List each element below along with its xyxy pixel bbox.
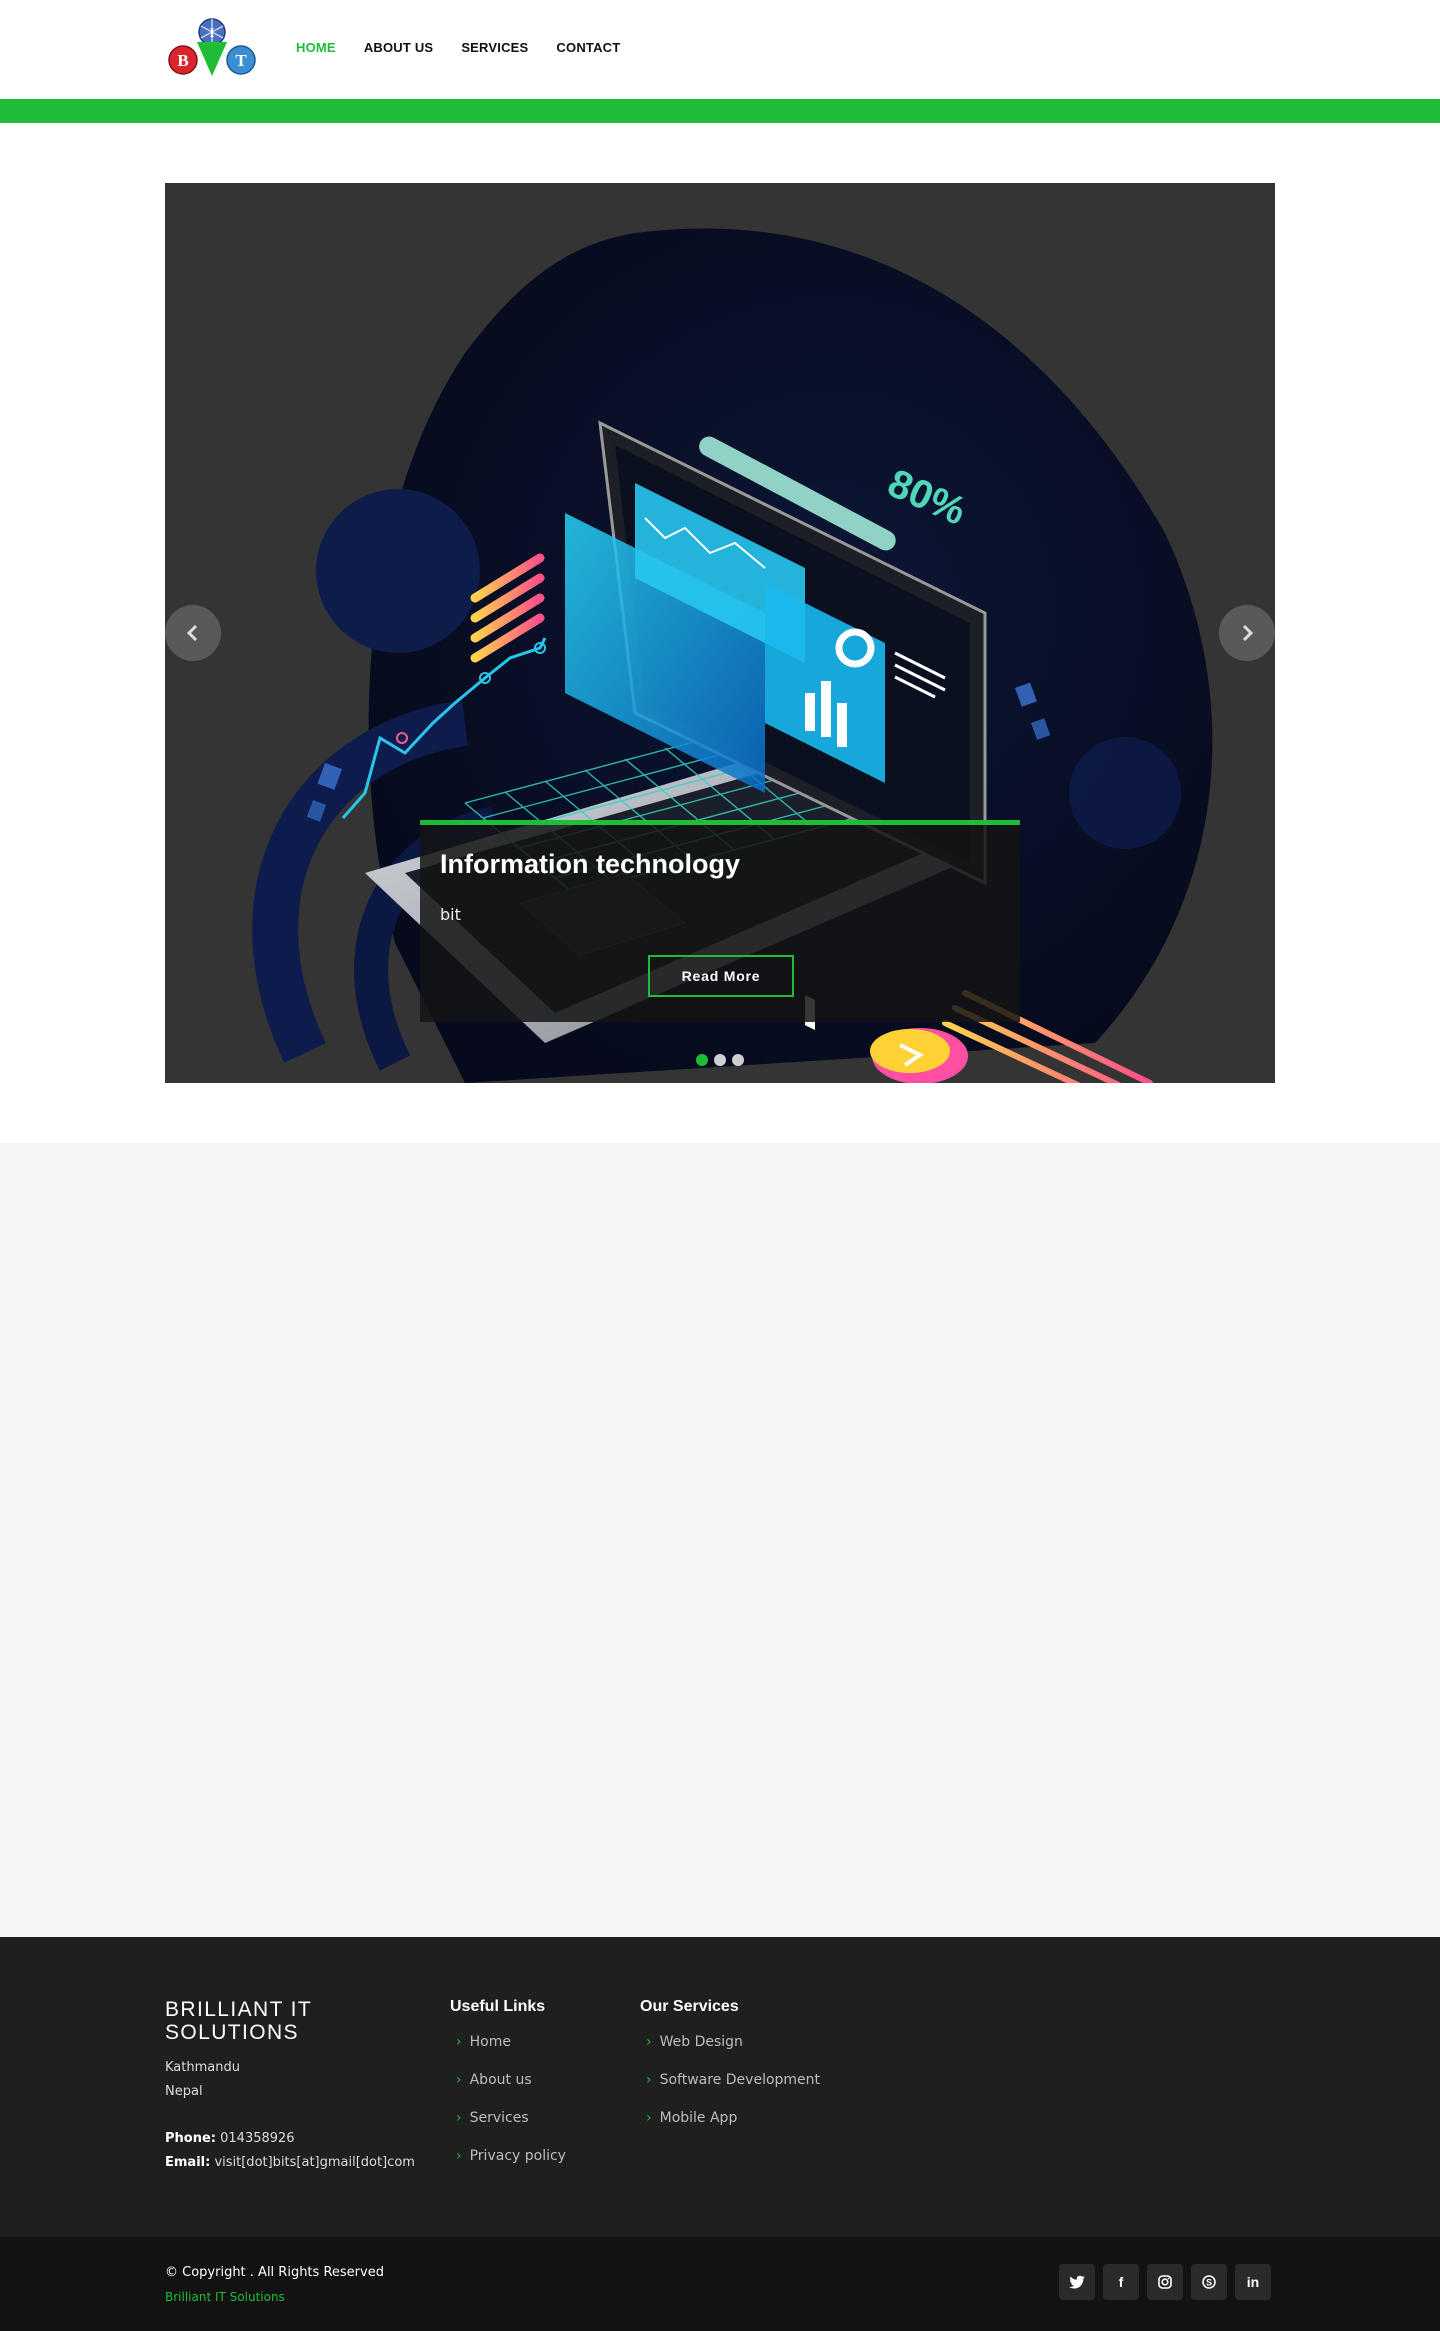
slide-text: bit	[440, 905, 461, 924]
site-header: B I T HOME ABOUT US SERVICES CONTACT	[0, 0, 1440, 99]
slider-dots	[696, 1054, 744, 1066]
our-services: Our Services › Web Design › Software Devel…	[640, 1998, 820, 2148]
footer-link-services[interactable]: › Services	[450, 2110, 566, 2148]
svg-text:S: S	[1206, 2278, 1212, 2288]
main-nav: HOME ABOUT US SERVICES CONTACT	[296, 40, 648, 55]
chevron-right-icon	[1242, 624, 1254, 642]
our-services-title: Our Services	[640, 1998, 739, 2015]
instagram-icon[interactable]	[1147, 2264, 1183, 2300]
footer-phone: Phone: 014358926	[165, 2127, 415, 2151]
facebook-icon[interactable]: f	[1103, 2264, 1139, 2300]
logo-letter-t: T	[235, 51, 247, 70]
service-link-software[interactable]: › Software Development	[640, 2072, 820, 2110]
footer-link-label: About us	[469, 2072, 532, 2088]
footer-link-about[interactable]: › About us	[450, 2072, 566, 2110]
read-more-button[interactable]: Read More	[648, 955, 794, 997]
nav-services[interactable]: SERVICES	[461, 40, 528, 55]
footer-link-label: Home	[469, 2034, 511, 2050]
site-footer: BRILLIANT IT SOLUTIONS Kathmandu Nepal P…	[0, 1937, 1440, 2237]
copyright-text: © Copyright . All Rights Reserved	[165, 2265, 384, 2280]
service-link-label: Mobile App	[659, 2110, 738, 2126]
footer-contact: Phone: 014358926 Email: visit[dot]bits[a…	[165, 2127, 415, 2175]
nav-about-us[interactable]: ABOUT US	[364, 40, 434, 55]
footer-link-label: Privacy policy	[469, 2148, 566, 2164]
chevron-left-icon	[186, 624, 198, 642]
footer-link-home[interactable]: › Home	[450, 2034, 566, 2072]
email-value: visit[dot]bits[at]gmail[dot]com	[214, 2155, 415, 2170]
chevron-right-icon: ›	[456, 2034, 462, 2050]
slide-caption: Information technology bit Read More	[420, 820, 1020, 1022]
chevron-right-icon: ›	[646, 2072, 652, 2088]
skype-icon[interactable]: S	[1191, 2264, 1227, 2300]
hero-slider: 80% Information technology bit Read More	[165, 183, 1275, 1083]
header-accent-bar	[0, 99, 1440, 123]
site-logo[interactable]: B I T	[165, 18, 259, 82]
chevron-right-icon: ›	[456, 2110, 462, 2126]
twitter-icon[interactable]	[1059, 2264, 1095, 2300]
slider-dot-3[interactable]	[732, 1054, 744, 1066]
footer-brand: BRILLIANT IT SOLUTIONS	[165, 1998, 312, 2044]
chevron-right-icon: ›	[456, 2148, 462, 2164]
useful-links: Useful Links › Home › About us › Services ›…	[450, 1998, 566, 2186]
slider-next-button[interactable]	[1219, 605, 1275, 661]
service-link-label: Software Development	[659, 2072, 821, 2088]
footer-link-privacy[interactable]: › Privacy policy	[450, 2148, 566, 2186]
footer-bottom-bar: © Copyright . All Rights Reserved Brilli…	[0, 2237, 1440, 2331]
company-link[interactable]: Brilliant IT Solutions	[165, 2290, 285, 2304]
slider-prev-button[interactable]	[165, 605, 221, 661]
chevron-right-icon: ›	[646, 2110, 652, 2126]
address-line-1: Kathmandu	[165, 2060, 240, 2075]
content-section	[0, 1143, 1440, 1937]
address-line-2: Nepal	[165, 2084, 203, 2099]
service-link-web-design[interactable]: › Web Design	[640, 2034, 820, 2072]
phone-label: Phone:	[165, 2131, 216, 2146]
service-link-mobile[interactable]: › Mobile App	[640, 2110, 820, 2148]
social-links: f S in	[1059, 2264, 1271, 2300]
logo-letter-i: I	[209, 25, 214, 40]
nav-home[interactable]: HOME	[296, 40, 336, 55]
phone-value: 014358926	[220, 2131, 295, 2146]
linkedin-icon[interactable]: in	[1235, 2264, 1271, 2300]
logo-letter-b: B	[177, 51, 188, 70]
slide-title: Information technology	[440, 849, 740, 879]
service-link-label: Web Design	[659, 2034, 743, 2050]
nav-contact[interactable]: CONTACT	[556, 40, 620, 55]
footer-address: Kathmandu Nepal	[165, 2056, 240, 2104]
footer-email: Email: visit[dot]bits[at]gmail[dot]com	[165, 2151, 415, 2175]
footer-link-label: Services	[469, 2110, 529, 2126]
slider-dot-1[interactable]	[696, 1054, 708, 1066]
useful-links-title: Useful Links	[450, 1998, 546, 2015]
email-label: Email:	[165, 2155, 211, 2170]
chevron-right-icon: ›	[456, 2072, 462, 2088]
chevron-right-icon: ›	[646, 2034, 652, 2050]
slider-dot-2[interactable]	[714, 1054, 726, 1066]
